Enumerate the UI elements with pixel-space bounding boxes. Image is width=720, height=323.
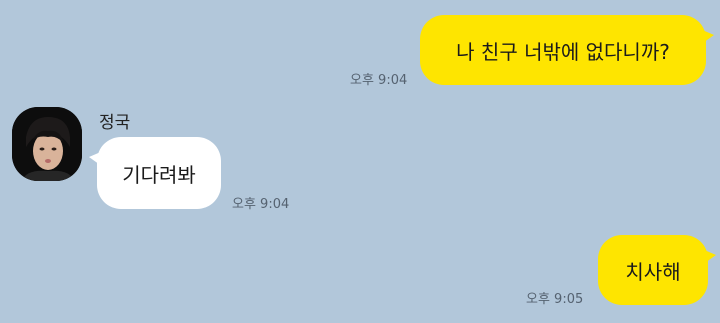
profile-photo-icon	[12, 107, 82, 181]
message-text: 기다려봐	[122, 162, 196, 187]
other-message-bubble[interactable]: 기다려봐	[89, 137, 221, 209]
message-text: 치사해	[625, 259, 681, 284]
message-timestamp: 오후 9:05	[526, 292, 584, 307]
message-text: 나 친구 너밖에 없다니까?	[456, 39, 670, 64]
my-message-bubble[interactable]: 치사해	[598, 235, 716, 305]
avatar[interactable]	[12, 107, 82, 181]
sender-name: 정국	[99, 113, 131, 133]
message-timestamp: 오후 9:04	[350, 73, 408, 88]
chat-window: 나 친구 너밖에 없다니까? 오후 9:04 정국 기다려봐 오후 9:04 치…	[0, 0, 720, 323]
my-message-bubble[interactable]: 나 친구 너밖에 없다니까?	[420, 15, 714, 85]
message-timestamp: 오후 9:04	[232, 197, 290, 212]
